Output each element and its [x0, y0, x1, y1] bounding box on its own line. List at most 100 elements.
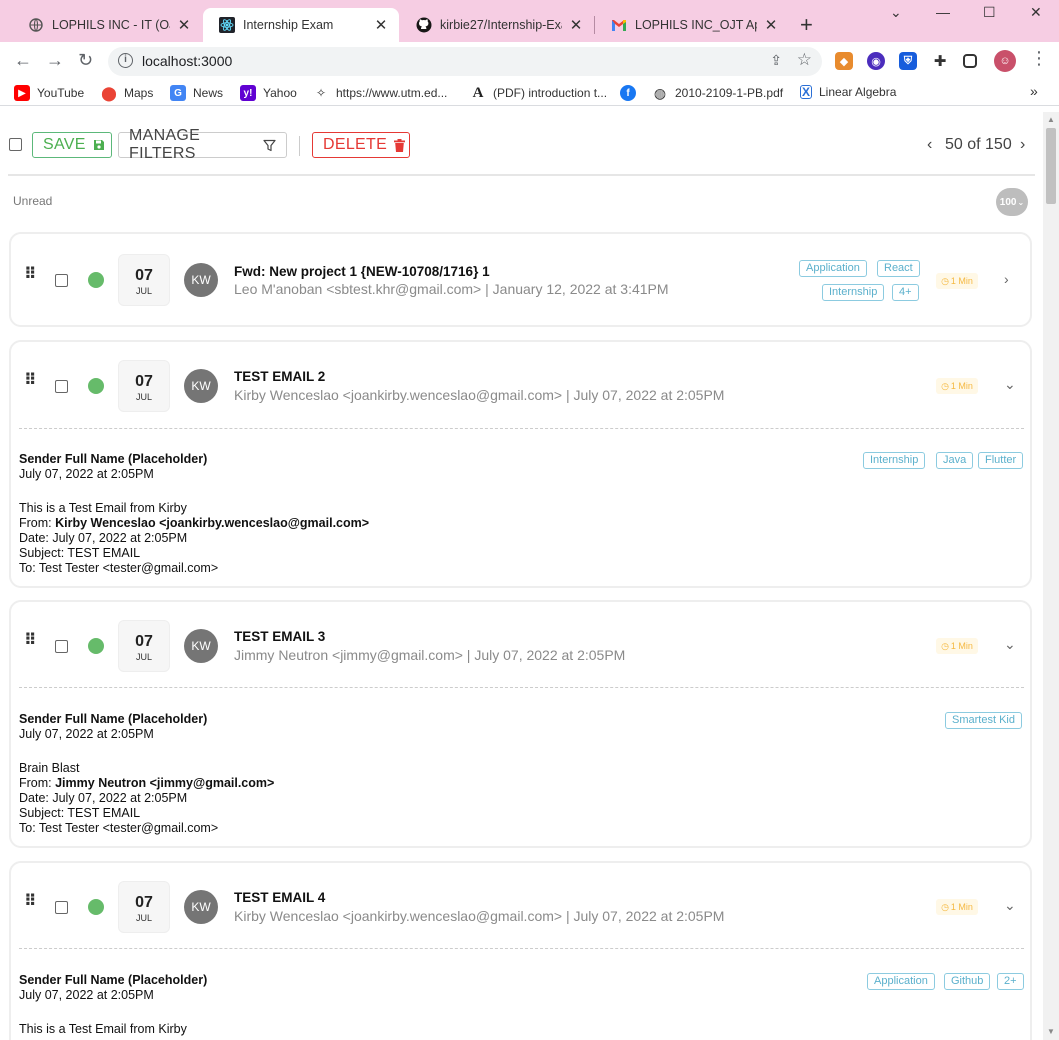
bookmark-news[interactable]: G News [170, 85, 223, 101]
react-icon [219, 17, 235, 33]
bookmark-pdf-file[interactable]: ◍ 2010-2109-1-PB.pdf [652, 85, 783, 101]
tab-internship-exam[interactable]: Internship Exam ✕ [203, 8, 399, 42]
chevron-down-icon[interactable]: ⌄ [1004, 376, 1016, 393]
url-text[interactable]: localhost:3000 [142, 53, 232, 69]
filter-icon [263, 139, 276, 152]
email-checkbox[interactable] [55, 380, 68, 393]
browser-toolbar: ← → ↻ i localhost:3000 ⇪ ☆ ◆ ◉ ⛨ ✚ ☺ ⋮ [0, 42, 1059, 80]
manage-filters-button[interactable]: MANAGE FILTERS [118, 127, 287, 162]
tab-github[interactable]: kirbie27/Internship-Exam ✕ [400, 8, 594, 42]
chevron-down-icon[interactable]: ⌄ [1004, 636, 1016, 653]
avatar: KW [184, 890, 218, 924]
email-card[interactable]: ⠿ 07 JUL KW TEST EMAIL 3 Jimmy Neutron <… [9, 600, 1032, 848]
close-icon[interactable]: ✕ [763, 16, 779, 34]
prev-page-icon[interactable]: ‹ [927, 136, 932, 154]
bookmarks-overflow-icon[interactable]: » [1030, 83, 1038, 99]
puzzle-icon[interactable]: ✚ [931, 52, 949, 70]
clock-icon: ◷ [941, 640, 949, 651]
body-to-line: To: Test Tester <tester@gmail.com> [19, 821, 219, 835]
extension-icon[interactable]: ◉ [867, 52, 885, 70]
news-icon: G [170, 85, 186, 101]
tab-title: kirbie27/Internship-Exam [440, 18, 562, 32]
email-checkbox[interactable] [55, 901, 68, 914]
delete-button[interactable]: DELETE [312, 132, 410, 158]
tag: Internship [822, 284, 885, 301]
next-page-icon[interactable]: › [1020, 136, 1025, 154]
select-all-checkbox[interactable] [9, 138, 22, 151]
body-date-line: Date: July 07, 2022 at 2:05PM [19, 791, 188, 805]
drag-handle-icon[interactable]: ⠿ [24, 633, 36, 649]
star-icon[interactable]: ☆ [797, 50, 812, 70]
email-subject: TEST EMAIL 3 [234, 629, 326, 644]
pagination-label: 50 of 150 [945, 136, 1012, 153]
tag-overflow[interactable]: 2+ [997, 973, 1024, 990]
info-icon[interactable]: i [118, 53, 133, 68]
close-icon[interactable]: ✕ [373, 16, 389, 34]
academia-icon: A [472, 84, 484, 101]
address-bar[interactable]: i localhost:3000 ⇪ ☆ [108, 47, 822, 76]
scroll-down-icon[interactable]: ▼ [1047, 1027, 1055, 1036]
tab-gmail[interactable]: LOPHILS INC_OJT Applic ✕ [595, 8, 789, 42]
bookmark-utm[interactable]: ✧ https://www.utm.ed... [313, 85, 447, 101]
maximize-icon[interactable]: ☐ [983, 4, 996, 21]
tag: Application [799, 260, 867, 277]
side-panel-icon[interactable] [963, 54, 977, 68]
youtube-icon: ▶ [14, 85, 30, 101]
metamask-icon[interactable]: ◆ [835, 52, 853, 70]
chevron-right-icon[interactable]: › [1004, 271, 1009, 287]
bookmark-pdf-intro[interactable]: A (PDF) introduction t... [470, 85, 607, 101]
tag-overflow[interactable]: 4+ [892, 284, 919, 301]
unread-dot [88, 638, 104, 654]
email-checkbox[interactable] [55, 640, 68, 653]
bitwarden-icon[interactable]: ⛨ [899, 52, 917, 70]
document-icon: X [800, 85, 812, 99]
email-card[interactable]: ⠿ 07 JUL KW TEST EMAIL 4 Kirby Wenceslao… [9, 861, 1032, 1040]
tag: Application [867, 973, 935, 990]
tab-search-icon[interactable]: ⌄ [890, 4, 902, 21]
maps-pin-icon: ⬤ [101, 84, 117, 101]
divider [19, 687, 1024, 688]
email-checkbox[interactable] [55, 274, 68, 287]
bookmark-facebook[interactable]: f [620, 85, 643, 101]
body-subject-line: Subject: TEST EMAIL [19, 546, 141, 560]
bookmark-maps[interactable]: ⬤ Maps [101, 85, 153, 101]
close-window-icon[interactable]: ✕ [1030, 4, 1042, 21]
action-bar: SAVE MANAGE FILTERS DELETE ‹ 50 of 150 › [0, 112, 1043, 174]
body-date-line: Date: July 07, 2022 at 2:05PM [19, 531, 188, 545]
profile-avatar[interactable]: ☺ [994, 50, 1016, 72]
chevron-down-icon[interactable]: ⌄ [1004, 897, 1016, 914]
reload-icon[interactable]: ↻ [78, 50, 93, 71]
forward-icon[interactable]: → [46, 50, 64, 71]
scroll-up-icon[interactable]: ▲ [1047, 115, 1055, 124]
email-sender: Kirby Wenceslao <joankirby.wenceslao@gma… [234, 387, 725, 403]
unread-dot [88, 272, 104, 288]
share-icon[interactable]: ⇪ [770, 52, 782, 69]
body-from: From: Kirby Wenceslao <joankirby.wencesl… [19, 516, 370, 530]
page-size-select[interactable]: 100 ⌄ [996, 188, 1028, 216]
bookmark-yahoo[interactable]: y! Yahoo [240, 85, 297, 101]
scrollbar-thumb[interactable] [1046, 128, 1056, 204]
email-card[interactable]: ⠿ 07 JUL KW Fwd: New project 1 {NEW-1070… [9, 232, 1032, 327]
minimize-icon[interactable]: — [936, 4, 950, 20]
close-icon[interactable]: ✕ [176, 16, 192, 34]
drag-handle-icon[interactable]: ⠿ [24, 373, 36, 389]
close-icon[interactable]: ✕ [568, 16, 584, 34]
clock-icon: ◷ [941, 901, 949, 912]
unread-dot [88, 899, 104, 915]
email-subject: TEST EMAIL 4 [234, 890, 326, 905]
email-sender: Kirby Wenceslao <joankirby.wenceslao@gma… [234, 908, 725, 924]
save-button[interactable]: SAVE [32, 132, 112, 158]
tab-title: LOPHILS INC_OJT Applic [635, 18, 757, 32]
bookmark-youtube[interactable]: ▶ YouTube [14, 85, 84, 101]
scrollbar[interactable]: ▲ ▼ [1043, 112, 1059, 1040]
new-tab-icon[interactable]: + [800, 12, 813, 38]
back-icon[interactable]: ← [14, 50, 32, 71]
bookmark-linear-algebra[interactable]: X Linear Algebra [800, 85, 896, 99]
drag-handle-icon[interactable]: ⠿ [24, 267, 36, 283]
tab-lophils-it[interactable]: LOPHILS INC - IT (OJT) - ✕ [12, 8, 202, 42]
menu-icon[interactable]: ⋮ [1030, 48, 1048, 69]
bookmarks-bar: ▶ YouTube ⬤ Maps G News y! Yahoo ✧ https://ww… [0, 80, 1059, 106]
tag: Github [944, 973, 991, 990]
drag-handle-icon[interactable]: ⠿ [24, 894, 36, 910]
email-card[interactable]: ⠿ 07 JUL KW TEST EMAIL 2 Kirby Wenceslao… [9, 340, 1032, 588]
